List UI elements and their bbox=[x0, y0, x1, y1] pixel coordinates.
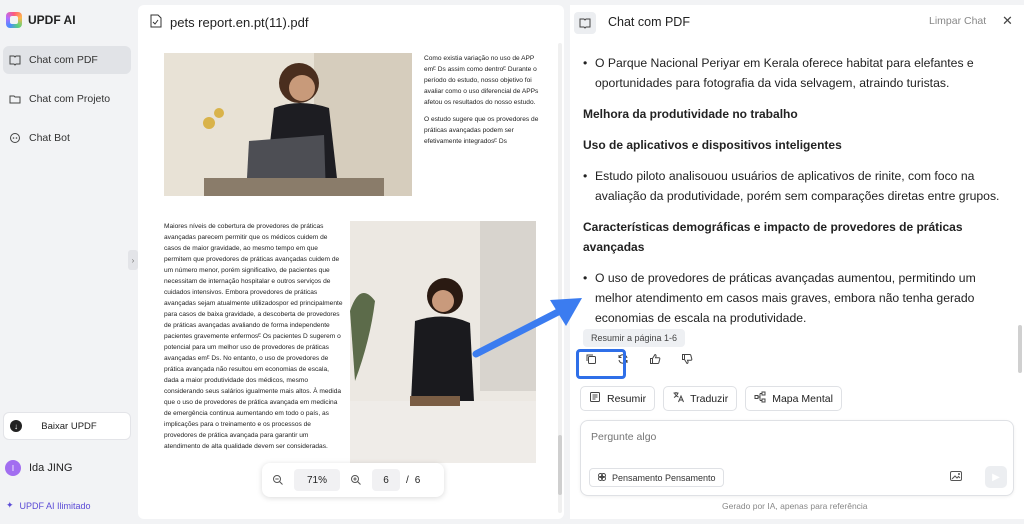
summarize-label: Resumir bbox=[607, 392, 647, 405]
image-upload-icon[interactable] bbox=[949, 469, 965, 485]
sidebar-item-label: Chat Bot bbox=[29, 132, 70, 144]
download-label: Baixar UPDF bbox=[41, 420, 97, 432]
ai-tools: Resumir Traduzir Mapa Mental bbox=[580, 386, 842, 411]
chat-title: Chat com PDF bbox=[608, 15, 690, 29]
list-item: • O Parque Nacional Periyar em Kerala of… bbox=[583, 53, 1009, 93]
photo-woman-desk bbox=[350, 221, 536, 463]
sidebar-item-chat-bot[interactable]: Chat Bot bbox=[3, 124, 131, 152]
book-icon bbox=[9, 54, 21, 66]
pdf-header: pets report.en.pt(11).pdf bbox=[138, 5, 564, 39]
pdf-viewer: pets report.en.pt(11).pdf Como existia v… bbox=[138, 5, 564, 519]
clear-chat-button[interactable]: Limpar Chat bbox=[929, 15, 986, 27]
pdf-filename: pets report.en.pt(11).pdf bbox=[170, 14, 309, 30]
updf-logo-icon bbox=[6, 12, 22, 28]
bullet-dot: • bbox=[583, 271, 588, 285]
mind-map-icon bbox=[754, 391, 766, 406]
upgrade-label: UPDF AI Ilimitado bbox=[19, 500, 91, 511]
user-name: Ida JING bbox=[29, 462, 73, 474]
avatar: I bbox=[5, 460, 21, 476]
section-heading: Características demográficas e impacto d… bbox=[583, 220, 963, 254]
brain-icon bbox=[597, 472, 607, 484]
list-item-text: O uso de provedores de práticas avançada… bbox=[595, 271, 976, 325]
mind-map-button[interactable]: Mapa Mental bbox=[745, 386, 842, 411]
current-page-input[interactable]: 6 bbox=[372, 469, 400, 491]
chat-message: • O Parque Nacional Periyar em Kerala of… bbox=[583, 53, 1009, 328]
ai-disclaimer: Gerado por IA, apenas para referência bbox=[722, 501, 868, 511]
sidebar-item-label: Chat com PDF bbox=[29, 54, 98, 66]
pdf-paragraph: Maiores níveis de cobertura de provedore… bbox=[164, 223, 343, 450]
section-heading: Melhora da produtividade no trabalho bbox=[583, 107, 798, 121]
download-updf-button[interactable]: ↓ Baixar UPDF bbox=[3, 412, 131, 440]
summarize-icon bbox=[589, 391, 601, 406]
sidebar-item-chat-pdf[interactable]: Chat com PDF bbox=[3, 46, 131, 74]
folder-icon bbox=[9, 93, 21, 105]
close-icon[interactable]: ✕ bbox=[1002, 13, 1013, 29]
pdf-file-icon bbox=[150, 14, 162, 31]
pdf-scrollbar-thumb[interactable] bbox=[558, 435, 562, 495]
translate-label: Traduzir bbox=[690, 392, 729, 405]
mind-map-label: Mapa Mental bbox=[772, 392, 833, 405]
zoom-in-button[interactable] bbox=[346, 470, 366, 490]
app-name: UPDF AI bbox=[28, 13, 76, 27]
zoom-toolbar: 71% 6 / 6 bbox=[262, 463, 444, 497]
section-heading: Uso de aplicativos e dispositivos inteli… bbox=[583, 138, 842, 152]
list-item-text: Estudo piloto analisouou usuários de apl… bbox=[595, 169, 1000, 203]
send-icon: ▶ bbox=[992, 471, 1000, 483]
sidebar-item-label: Chat com Projeto bbox=[29, 93, 111, 105]
list-item-text: O Parque Nacional Periyar em Kerala ofer… bbox=[595, 56, 974, 90]
summarize-button[interactable]: Resumir bbox=[580, 386, 656, 411]
sidebar-item-chat-projeto[interactable]: Chat com Projeto bbox=[3, 85, 131, 113]
brand: UPDF AI bbox=[6, 12, 76, 28]
bullet-dot: • bbox=[583, 56, 588, 70]
thumbs-down-icon[interactable] bbox=[678, 350, 696, 368]
bot-icon bbox=[9, 132, 21, 144]
resume-pages-chip[interactable]: Resumir a página 1-6 bbox=[583, 329, 686, 347]
bullet-dot: • bbox=[583, 169, 588, 183]
page-separator: / bbox=[406, 474, 409, 486]
thinking-toggle-button[interactable]: Pensamento Pensamento bbox=[589, 468, 724, 487]
upgrade-link[interactable]: ✦ UPDF AI Ilimitado bbox=[6, 500, 91, 511]
zoom-out-button[interactable] bbox=[268, 470, 288, 490]
translate-icon bbox=[672, 391, 685, 406]
translate-button[interactable]: Traduzir bbox=[663, 386, 738, 411]
list-item: • O uso de provedores de práticas avança… bbox=[583, 268, 1009, 328]
thinking-label: Pensamento Pensamento bbox=[612, 472, 716, 483]
user-profile[interactable]: I Ida JING bbox=[5, 460, 72, 476]
photo-woman-laptop bbox=[164, 53, 412, 196]
pdf-paragraph: O estudo sugere que os provedores de prá… bbox=[424, 116, 539, 145]
pdf-text-block-2: Maiores níveis de cobertura de provedore… bbox=[164, 221, 344, 452]
pdf-page[interactable]: Como existia variação no uso de APP emᴱ … bbox=[148, 41, 552, 501]
total-pages: 6 bbox=[414, 474, 421, 486]
list-item: • Estudo piloto analisouou usuários de a… bbox=[583, 166, 1009, 206]
sidebar: UPDF AI Chat com PDF Chat com Projeto Ch… bbox=[0, 0, 137, 524]
sparkle-icon: ✦ bbox=[6, 500, 14, 510]
highlight-box bbox=[576, 349, 626, 379]
pdf-paragraph: Como existia variação no uso de APP emᴱ … bbox=[424, 55, 539, 106]
chat-scrollbar[interactable] bbox=[1018, 325, 1022, 373]
send-button[interactable]: ▶ bbox=[985, 466, 1007, 488]
chat-input[interactable] bbox=[591, 431, 991, 443]
zoom-level[interactable]: 71% bbox=[294, 469, 340, 491]
collapse-sidebar-button[interactable]: › bbox=[128, 250, 138, 270]
download-icon: ↓ bbox=[10, 420, 22, 432]
thumbs-up-icon[interactable] bbox=[646, 350, 664, 368]
book-icon[interactable] bbox=[574, 12, 596, 34]
chat-input-box: Pensamento Pensamento ▶ bbox=[580, 420, 1014, 496]
pdf-text-block-1: Como existia variação no uso de APP emᴱ … bbox=[424, 53, 540, 153]
